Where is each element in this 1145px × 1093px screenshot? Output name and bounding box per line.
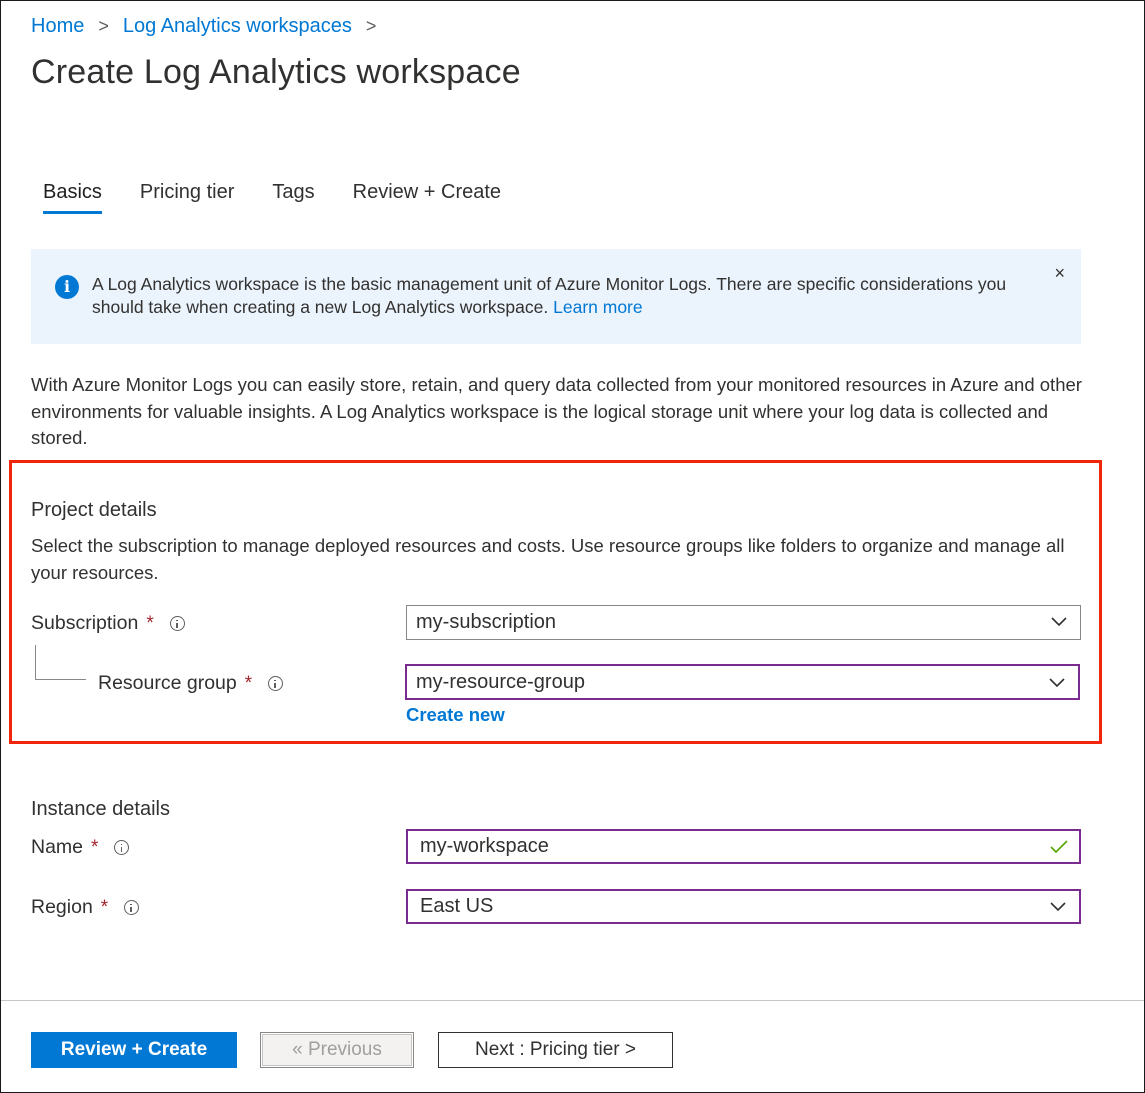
info-banner: i A Log Analytics workspace is the basic…	[31, 249, 1081, 344]
tab-review-create[interactable]: Review + Create	[341, 181, 513, 214]
region-label: Region	[31, 896, 93, 918]
instance-details-title: Instance details	[31, 798, 170, 820]
project-details-description: Select the subscription to manage deploy…	[31, 535, 1065, 583]
banner-message: A Log Analytics workspace is the basic m…	[92, 273, 1042, 319]
info-circle-icon[interactable]	[114, 840, 130, 855]
highlight-box	[9, 460, 1102, 744]
subscription-value: my-subscription	[416, 611, 557, 633]
chevron-down-icon	[1050, 902, 1066, 912]
close-icon[interactable]: ×	[1054, 263, 1065, 284]
create-new-link[interactable]: Create new	[406, 704, 505, 726]
resource-group-label: Resource group	[98, 672, 237, 694]
required-marker: *	[100, 896, 109, 918]
page-title: Create Log Analytics workspace	[31, 53, 521, 91]
breadcrumb-separator-icon: >	[365, 16, 377, 36]
required-marker: *	[244, 672, 253, 694]
tab-bar: Basics Pricing tier Tags Review + Create	[31, 181, 527, 214]
name-label-row: Name *	[31, 836, 130, 859]
tab-basics[interactable]: Basics	[31, 181, 114, 214]
subscription-dropdown[interactable]: my-subscription	[406, 605, 1081, 640]
banner-text: A Log Analytics workspace is the basic m…	[92, 274, 1007, 317]
resource-group-label-row: Resource group *	[98, 672, 284, 695]
info-icon: i	[55, 275, 79, 299]
chevron-down-icon	[1051, 617, 1067, 627]
intro-text: With Azure Monitor Logs you can easily s…	[31, 374, 1082, 448]
next-pricing-tier-button[interactable]: Next : Pricing tier >	[438, 1032, 673, 1068]
subscription-label-row: Subscription *	[31, 612, 185, 635]
learn-more-link[interactable]: Learn more	[553, 297, 643, 317]
info-circle-icon[interactable]	[124, 900, 140, 915]
create-workspace-page: Home > Log Analytics workspaces > Create…	[0, 0, 1145, 1093]
region-value: East US	[420, 895, 494, 917]
checkmark-icon	[1050, 840, 1068, 854]
required-marker: *	[91, 836, 99, 858]
breadcrumb-home[interactable]: Home	[31, 15, 84, 38]
info-circle-icon[interactable]	[169, 616, 185, 631]
name-input[interactable]: my-workspace	[406, 829, 1081, 864]
resource-group-value: my-resource-group	[416, 670, 585, 693]
breadcrumb: Home > Log Analytics workspaces >	[31, 15, 390, 38]
review-create-button[interactable]: Review + Create	[31, 1032, 237, 1068]
required-marker: *	[146, 612, 154, 634]
name-value: my-workspace	[420, 835, 549, 857]
breadcrumb-separator-icon: >	[98, 16, 109, 36]
footer-divider	[1, 1000, 1144, 1001]
region-dropdown[interactable]: East US	[406, 889, 1081, 924]
region-label-row: Region *	[31, 896, 140, 919]
info-circle-icon[interactable]	[268, 676, 284, 691]
name-label: Name	[31, 836, 84, 858]
previous-button[interactable]: « Previous	[260, 1032, 414, 1068]
tab-pricing-tier[interactable]: Pricing tier	[128, 181, 246, 214]
tree-connector	[35, 645, 86, 680]
chevron-down-icon	[1049, 678, 1065, 688]
subscription-label: Subscription	[31, 612, 139, 634]
project-details-title: Project details	[31, 499, 157, 521]
resource-group-dropdown[interactable]: my-resource-group	[405, 664, 1080, 700]
tab-tags[interactable]: Tags	[260, 181, 326, 214]
breadcrumb-log-analytics-workspaces[interactable]: Log Analytics workspaces	[123, 15, 352, 38]
